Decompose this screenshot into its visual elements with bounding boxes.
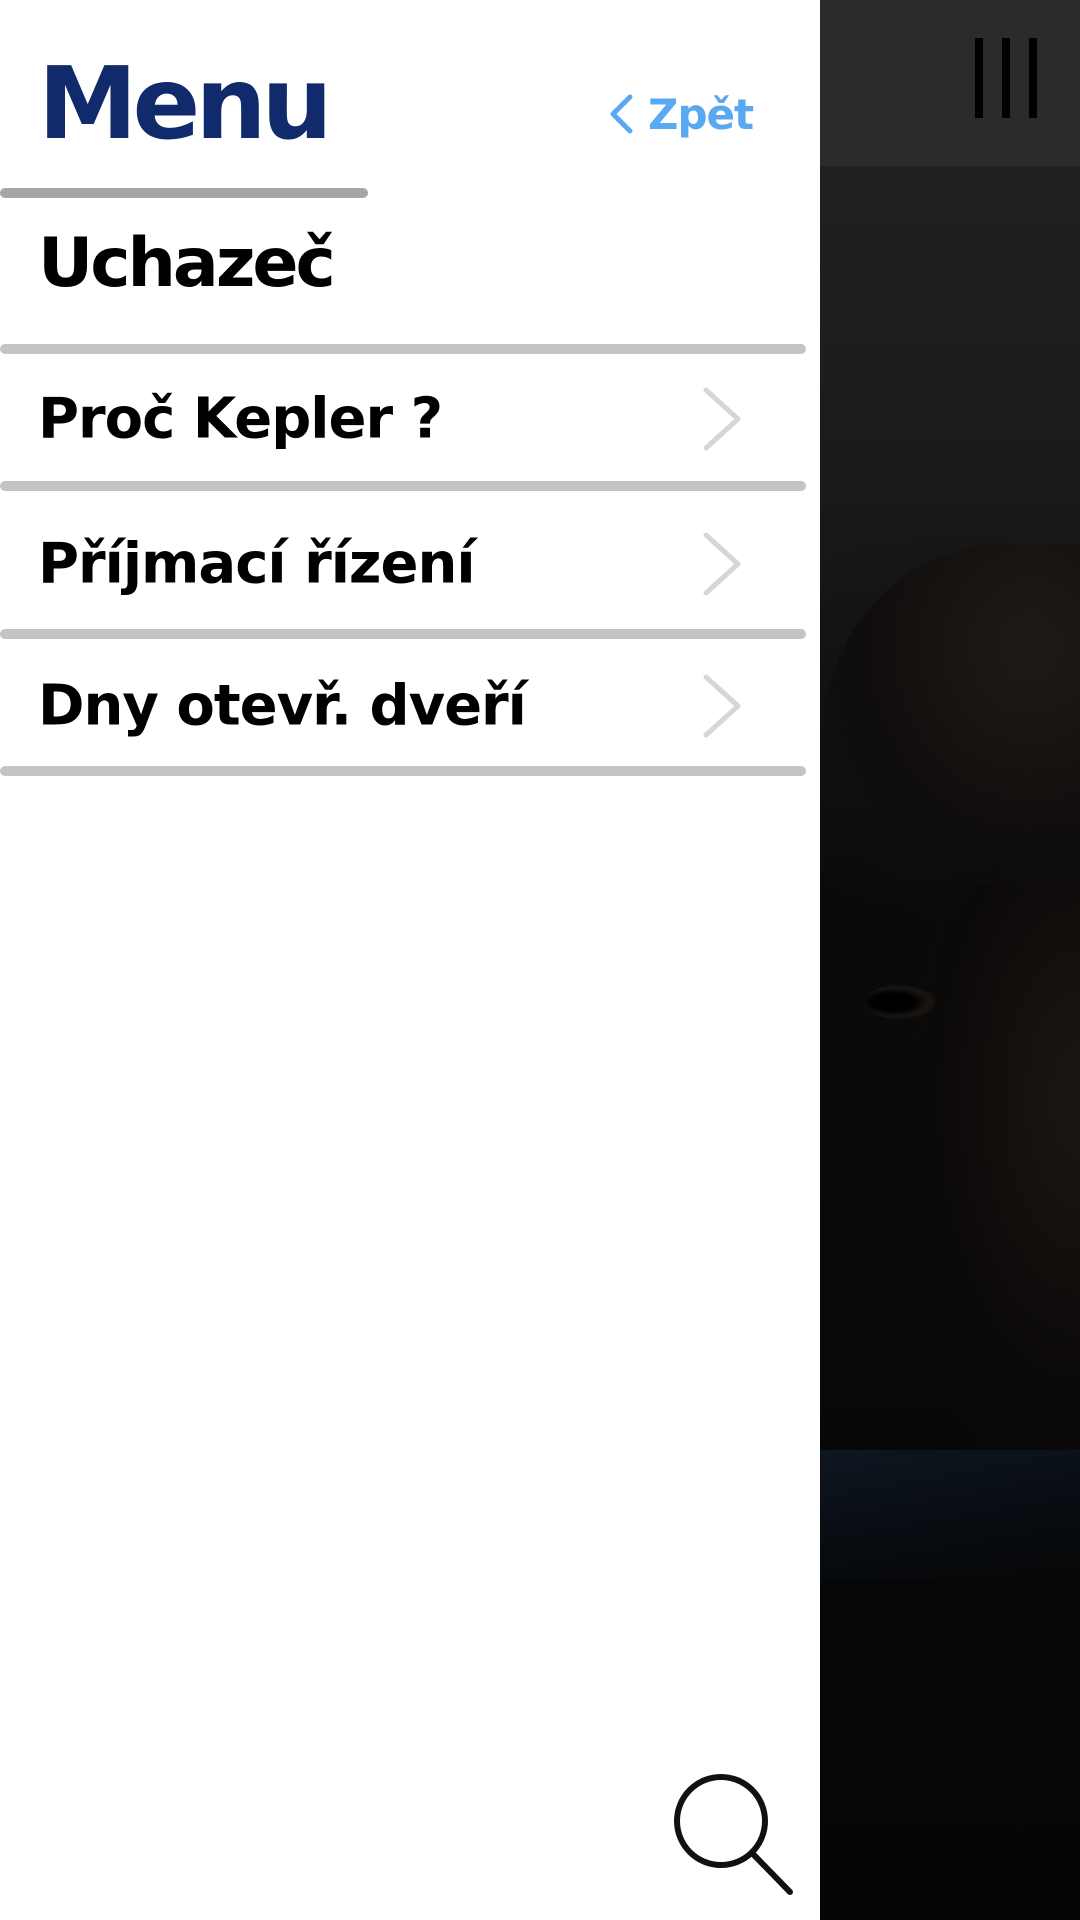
hamburger-bar xyxy=(1029,38,1037,118)
drawer-title: Menu xyxy=(38,45,333,162)
search-icon[interactable] xyxy=(666,1768,796,1898)
menu-item-dny-otevrenych-dveri[interactable]: Dny otevř. dveří xyxy=(0,644,806,768)
menu-item-label: Proč Kepler ? xyxy=(38,386,443,452)
menu-item-proc-kepler[interactable]: Proč Kepler ? xyxy=(0,357,806,481)
header-bar xyxy=(820,0,1080,166)
divider xyxy=(0,629,806,639)
photo-hair xyxy=(820,545,1080,885)
back-button[interactable]: Zpět xyxy=(608,88,754,140)
hamburger-bar xyxy=(975,38,983,118)
photo-shirt xyxy=(820,1450,1080,1580)
chevron-left-icon xyxy=(610,94,633,134)
chevron-right-icon xyxy=(703,532,741,596)
menu-item-label: Příjmací řízení xyxy=(38,531,476,597)
photo-eye xyxy=(865,985,935,1019)
chevron-right-icon xyxy=(703,387,741,451)
hamburger-icon[interactable] xyxy=(975,38,1037,118)
back-label: Zpět xyxy=(648,89,754,139)
section-heading: Uchazeč xyxy=(38,224,336,303)
chevron-right-icon xyxy=(703,674,741,738)
hamburger-bar xyxy=(1002,38,1010,118)
divider xyxy=(0,481,806,491)
menu-item-prijimaci-rizeni[interactable]: Příjmací řízení xyxy=(0,502,806,626)
menu-item-label: Dny otevř. dveří xyxy=(38,673,527,739)
divider xyxy=(0,766,806,776)
menu-drawer: Menu Zpět Uchazeč Proč Kepler ? Příjmací… xyxy=(0,0,820,1920)
title-underline xyxy=(0,188,368,198)
divider xyxy=(0,344,806,354)
